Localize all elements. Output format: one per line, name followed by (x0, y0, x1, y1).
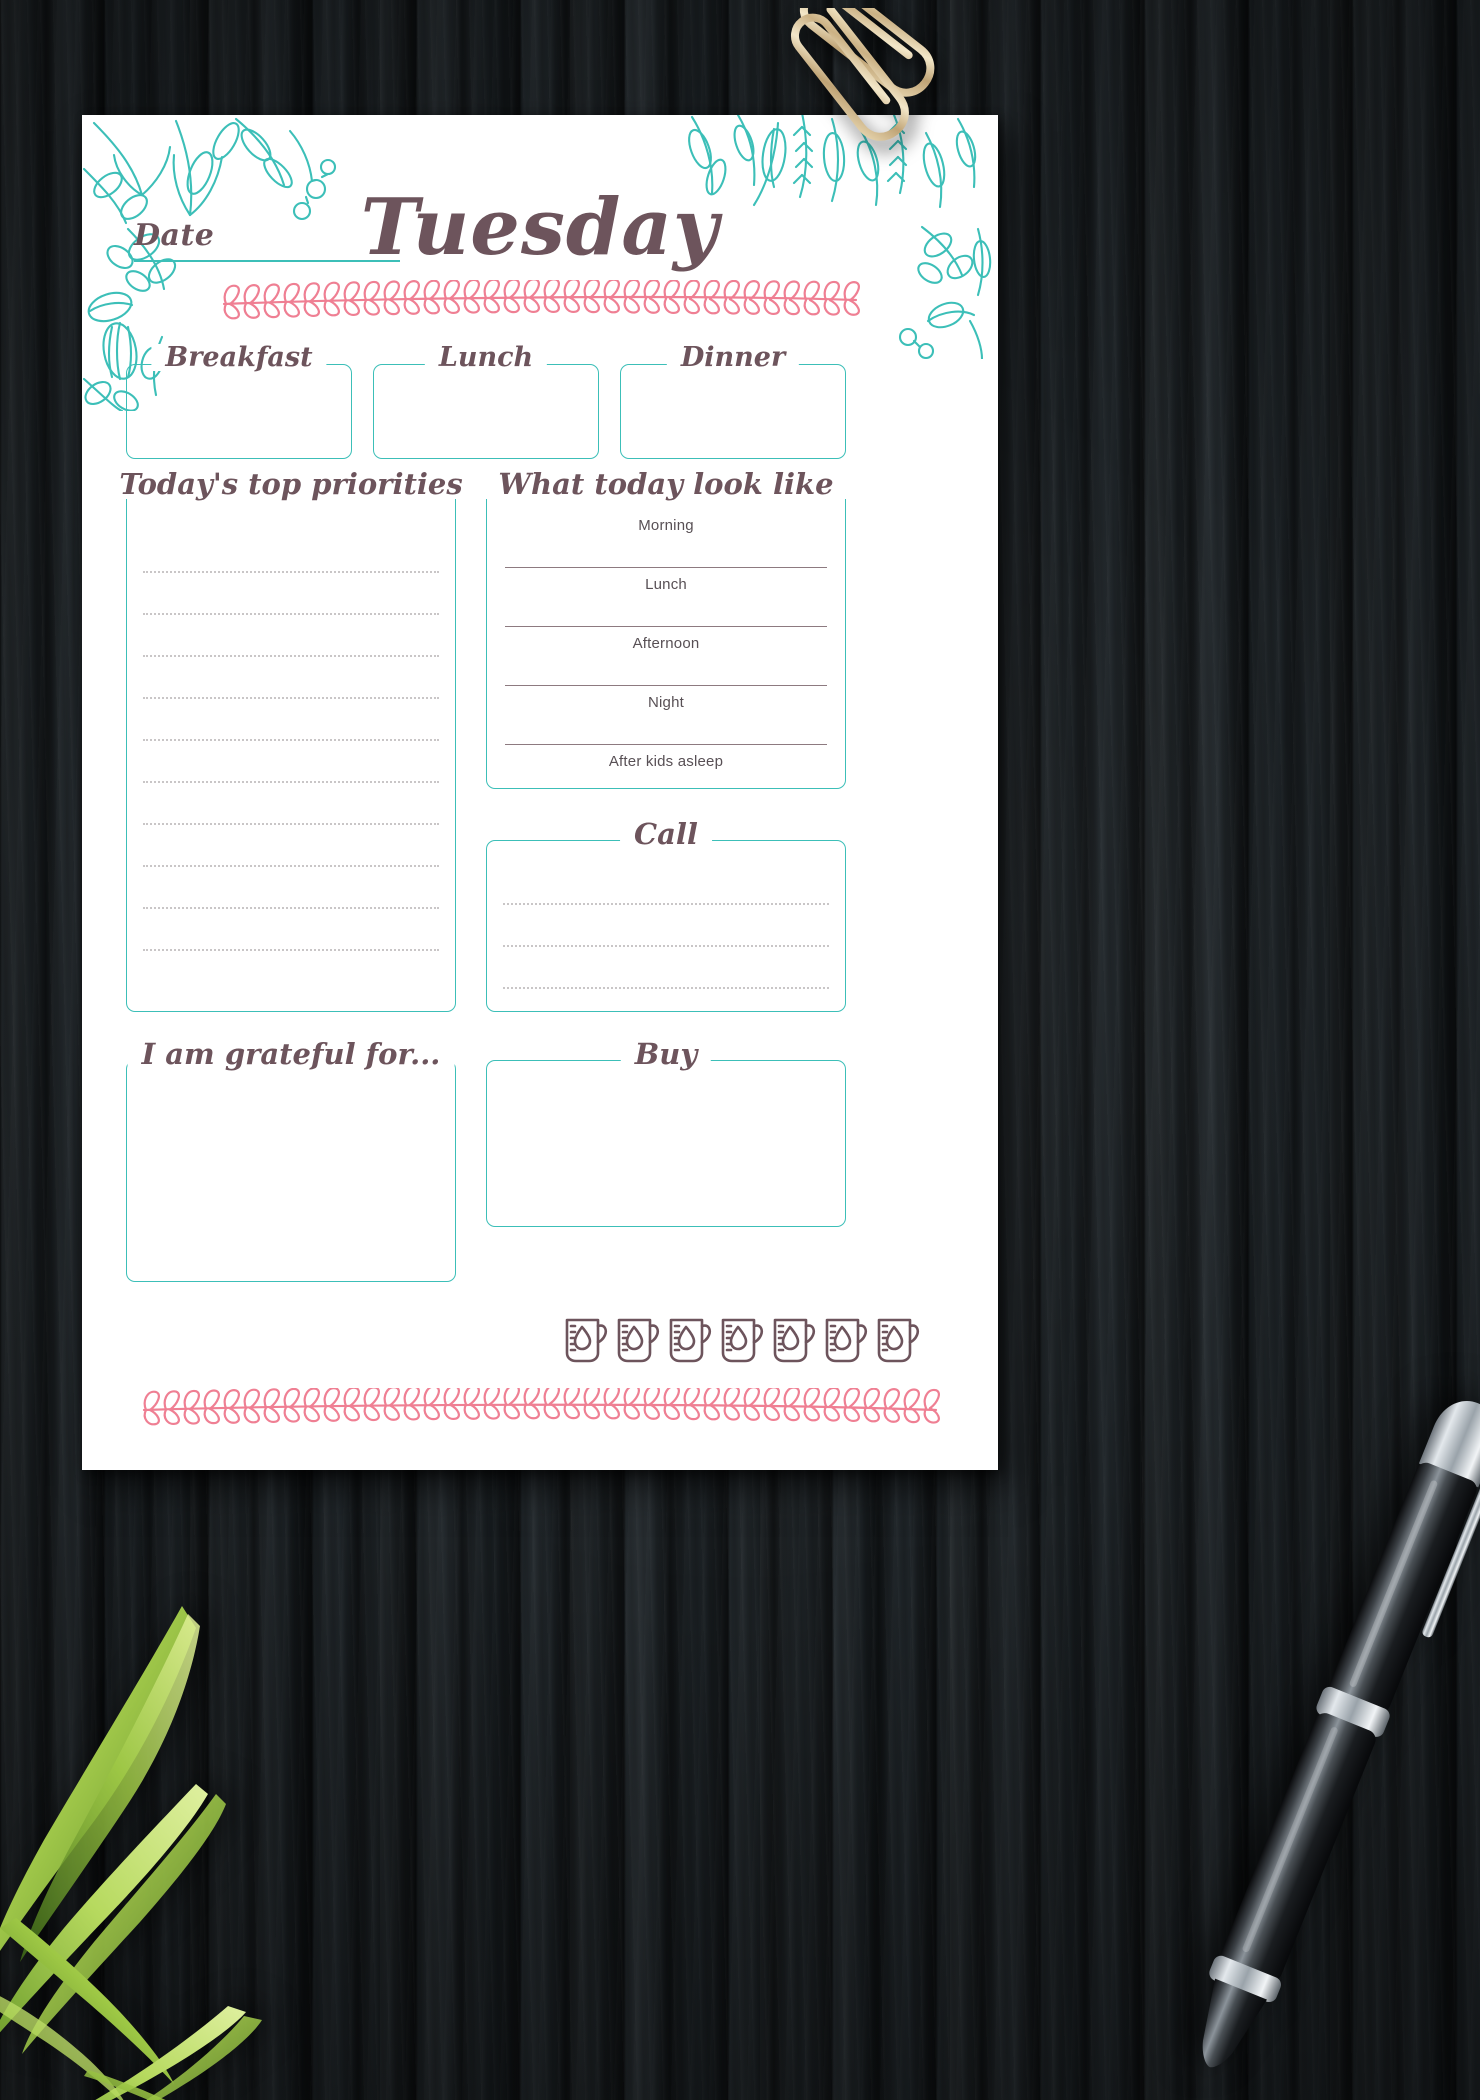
pink-laurel-divider-bottom-icon (142, 1388, 940, 1426)
priority-line[interactable] (143, 865, 439, 867)
priority-line[interactable] (143, 571, 439, 573)
schedule-slot-label-afternoon: Afternoon (632, 635, 700, 652)
call-line[interactable] (503, 903, 829, 905)
priority-line[interactable] (143, 655, 439, 657)
priority-line[interactable] (143, 949, 439, 951)
schedule-box[interactable]: What today look like Morning Lunch After… (484, 470, 848, 789)
priorities-box[interactable]: Today's top priorities (105, 470, 477, 1012)
meal-box-breakfast[interactable]: Breakfast (126, 344, 352, 459)
meal-box-lunch[interactable]: Lunch (373, 344, 599, 459)
pink-laurel-divider-top-icon (222, 280, 860, 320)
grateful-box[interactable]: I am grateful for... (126, 1040, 456, 1282)
water-tracker[interactable] (560, 1310, 920, 1366)
mug-with-water-drop-icon[interactable] (872, 1310, 920, 1366)
meal-label-lunch: Lunch (424, 344, 548, 371)
page-title: Tuesday (360, 182, 720, 273)
mug-with-water-drop-icon[interactable] (716, 1310, 764, 1366)
priorities-label: Today's top priorities (105, 470, 477, 499)
priority-line[interactable] (143, 907, 439, 909)
meal-box-dinner[interactable]: Dinner (620, 344, 846, 459)
gold-paperclips-icon (791, 8, 935, 141)
priority-line[interactable] (143, 613, 439, 615)
buy-box[interactable]: Buy (486, 1040, 846, 1227)
buy-label: Buy (620, 1040, 712, 1069)
call-line[interactable] (503, 945, 829, 947)
call-line[interactable] (503, 987, 829, 989)
priority-line[interactable] (143, 697, 439, 699)
priority-line[interactable] (143, 739, 439, 741)
schedule-slot-label-night: Night (647, 694, 685, 711)
schedule-label: What today look like (484, 470, 848, 499)
priority-line[interactable] (143, 781, 439, 783)
grateful-label: I am grateful for... (127, 1040, 455, 1069)
mug-with-water-drop-icon[interactable] (612, 1310, 660, 1366)
priority-line[interactable] (143, 823, 439, 825)
schedule-rule[interactable] (505, 626, 827, 627)
call-label: Call (620, 820, 712, 849)
mug-with-water-drop-icon[interactable] (820, 1310, 868, 1366)
schedule-slot-label-lunch: Lunch (645, 576, 687, 593)
schedule-rule[interactable] (505, 685, 827, 686)
planner-page: Date Tuesday Breakfast Lunch Dinner Toda… (82, 115, 998, 1470)
schedule-rule[interactable] (505, 567, 827, 568)
meal-label-dinner: Dinner (666, 344, 800, 371)
schedule-slot-label-morning: Morning (638, 517, 694, 534)
schedule-slot-label-after-kids-asleep: After kids asleep (608, 753, 724, 770)
schedule-rule[interactable] (505, 744, 827, 745)
mug-with-water-drop-icon[interactable] (560, 1310, 608, 1366)
mug-with-water-drop-icon[interactable] (664, 1310, 712, 1366)
meal-label-breakfast: Breakfast (151, 344, 327, 371)
mug-with-water-drop-icon[interactable] (768, 1310, 816, 1366)
call-box[interactable]: Call (486, 820, 846, 1012)
